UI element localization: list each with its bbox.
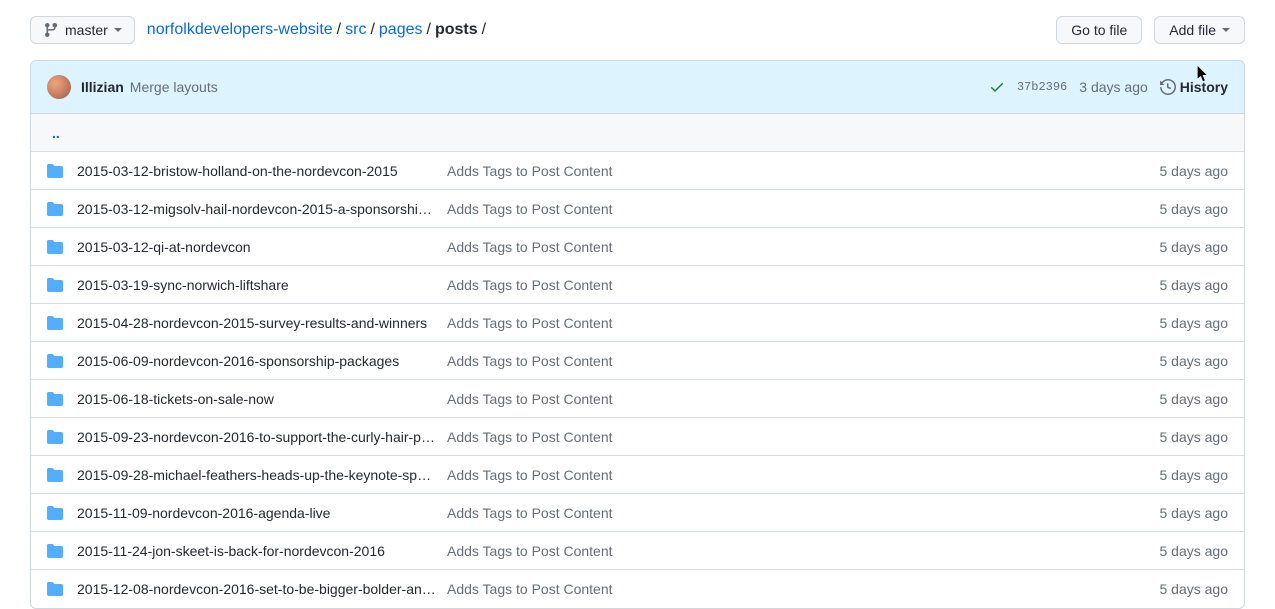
file-commit-message[interactable]: Adds Tags to Post Content [447, 315, 613, 331]
file-name-link[interactable]: 2015-04-28-nordevcon-2015-survey-results… [77, 315, 427, 331]
file-name-link[interactable]: 2015-11-24-jon-skeet-is-back-for-nordevc… [77, 543, 385, 559]
folder-icon [47, 163, 63, 179]
file-commit-message[interactable]: Adds Tags to Post Content [447, 391, 613, 407]
file-age: 5 days ago [1160, 429, 1229, 445]
caret-down-icon [114, 28, 122, 32]
file-age: 5 days ago [1160, 353, 1229, 369]
file-age: 5 days ago [1160, 391, 1229, 407]
file-age: 5 days ago [1160, 239, 1229, 255]
caret-down-icon [1222, 28, 1230, 32]
file-commit-message[interactable]: Adds Tags to Post Content [447, 505, 613, 521]
file-commit-message[interactable]: Adds Tags to Post Content [447, 467, 613, 483]
folder-icon [47, 391, 63, 407]
table-row: 2015-04-28-nordevcon-2015-survey-results… [31, 304, 1244, 342]
folder-icon [47, 543, 63, 559]
file-age: 5 days ago [1160, 315, 1229, 331]
file-name-link[interactable]: 2015-06-09-nordevcon-2016-sponsorship-pa… [77, 353, 399, 369]
table-row: 2015-06-18-tickets-on-sale-now Adds Tags … [31, 380, 1244, 418]
table-row: 2015-03-19-sync-norwich-liftshare Adds Ta… [31, 266, 1244, 304]
add-file-button[interactable]: Add file [1154, 16, 1245, 44]
folder-icon [47, 429, 63, 445]
table-row: 2015-03-12-bristow-holland-on-the-nordev… [31, 152, 1244, 190]
file-commit-message[interactable]: Adds Tags to Post Content [447, 429, 613, 445]
history-icon [1160, 79, 1176, 95]
commit-author[interactable]: Illizian [81, 79, 124, 95]
file-commit-message[interactable]: Adds Tags to Post Content [447, 581, 613, 597]
file-name-link[interactable]: 2015-09-28-michael-feathers-heads-up-the… [77, 467, 431, 483]
breadcrumb-part[interactable]: pages [379, 21, 423, 38]
table-row: 2015-12-08-nordevcon-2016-set-to-be-bigg… [31, 570, 1244, 608]
folder-icon [47, 505, 63, 521]
branch-name: master [65, 22, 108, 38]
table-row: 2015-11-24-jon-skeet-is-back-for-nordevc… [31, 532, 1244, 570]
branch-select-button[interactable]: master [30, 16, 135, 44]
file-age: 5 days ago [1160, 467, 1229, 483]
file-name-link[interactable]: 2015-03-12-qi-at-nordevcon [77, 239, 251, 255]
breadcrumb-part[interactable]: src [345, 21, 366, 38]
breadcrumb: norfolkdevelopers-website/src/pages/post… [147, 21, 1044, 39]
breadcrumb-repo[interactable]: norfolkdevelopers-website [147, 21, 333, 38]
history-link[interactable]: History [1160, 79, 1228, 95]
file-age: 5 days ago [1160, 201, 1229, 217]
folder-icon [47, 353, 63, 369]
file-age: 5 days ago [1160, 581, 1229, 597]
avatar[interactable] [47, 75, 71, 99]
folder-icon [47, 239, 63, 255]
file-commit-message[interactable]: Adds Tags to Post Content [447, 277, 613, 293]
folder-icon [47, 277, 63, 293]
folder-icon [47, 581, 63, 597]
commit-message[interactable]: Merge layouts [130, 79, 218, 95]
file-name-link[interactable]: 2015-03-12-migsolv-hail-nordevcon-2015-a… [77, 201, 432, 217]
check-icon[interactable] [989, 79, 1005, 95]
folder-icon [47, 315, 63, 331]
git-branch-icon [43, 22, 59, 38]
file-commit-message[interactable]: Adds Tags to Post Content [447, 543, 613, 559]
file-name-link[interactable]: 2015-03-19-sync-norwich-liftshare [77, 277, 289, 293]
up-directory-link[interactable]: .. [52, 125, 60, 141]
latest-commit-bar: Illizian Merge layouts 37b2396 3 days ag… [31, 61, 1244, 114]
file-name-link[interactable]: 2015-12-08-nordevcon-2016-set-to-be-bigg… [77, 581, 436, 597]
file-name-link[interactable]: 2015-11-09-nordevcon-2016-agenda-live [77, 505, 330, 521]
folder-icon [47, 201, 63, 217]
file-commit-message[interactable]: Adds Tags to Post Content [447, 239, 613, 255]
file-list-box: Illizian Merge layouts 37b2396 3 days ag… [30, 60, 1245, 609]
commit-sha[interactable]: 37b2396 [1017, 80, 1067, 94]
file-commit-message[interactable]: Adds Tags to Post Content [447, 201, 613, 217]
file-name-link[interactable]: 2015-03-12-bristow-holland-on-the-nordev… [77, 163, 398, 179]
file-name-link[interactable]: 2015-06-18-tickets-on-sale-now [77, 391, 274, 407]
breadcrumb-current: posts [435, 21, 478, 38]
file-age: 5 days ago [1160, 277, 1229, 293]
file-name-link[interactable]: 2015-09-23-nordevcon-2016-to-support-the… [77, 429, 435, 445]
toolbar: master norfolkdevelopers-website/src/pag… [30, 0, 1245, 60]
table-row: 2015-09-28-michael-feathers-heads-up-the… [31, 456, 1244, 494]
up-directory-row[interactable]: .. [31, 114, 1244, 152]
table-row: 2015-03-12-migsolv-hail-nordevcon-2015-a… [31, 190, 1244, 228]
table-row: 2015-11-09-nordevcon-2016-agenda-live Add… [31, 494, 1244, 532]
file-commit-message[interactable]: Adds Tags to Post Content [447, 163, 613, 179]
file-age: 5 days ago [1160, 505, 1229, 521]
table-row: 2015-03-12-qi-at-nordevcon Adds Tags to P… [31, 228, 1244, 266]
commit-age: 3 days ago [1079, 79, 1148, 95]
folder-icon [47, 467, 63, 483]
table-row: 2015-09-23-nordevcon-2016-to-support-the… [31, 418, 1244, 456]
file-age: 5 days ago [1160, 163, 1229, 179]
file-age: 5 days ago [1160, 543, 1229, 559]
file-commit-message[interactable]: Adds Tags to Post Content [447, 353, 613, 369]
go-to-file-button[interactable]: Go to file [1056, 16, 1142, 44]
table-row: 2015-06-09-nordevcon-2016-sponsorship-pa… [31, 342, 1244, 380]
